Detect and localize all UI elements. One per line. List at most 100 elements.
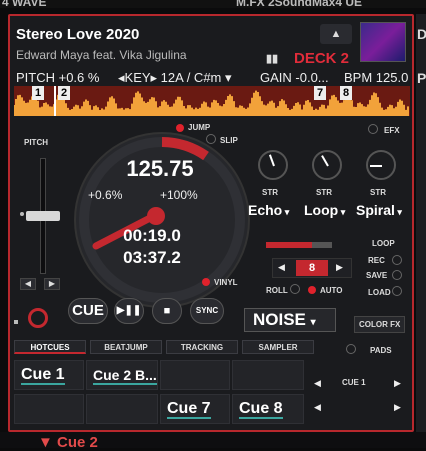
fx3-knob[interactable] <box>366 150 396 180</box>
fx1-knob[interactable] <box>258 150 288 180</box>
tab-hotcues[interactable]: HOTCUES <box>14 340 86 354</box>
stop-button[interactable]: ■ <box>152 298 182 324</box>
playhead <box>54 86 56 116</box>
track-artist: Edward Maya feat. Vika Jigulina <box>16 48 187 62</box>
tab-tracking[interactable]: TRACKING <box>166 340 238 354</box>
hotcue-pad-7[interactable]: Cue 7 <box>160 394 230 424</box>
cue-prev-alt-button[interactable]: ◀ <box>314 402 321 413</box>
loop-label: LOOP <box>372 239 395 248</box>
hotcue-pad-8[interactable]: Cue 8 <box>232 394 304 424</box>
fx1-select[interactable]: Echo ▾ <box>248 202 289 218</box>
color-fx-select[interactable]: NOISE ▾ <box>244 308 336 332</box>
save-label: SAVE <box>366 271 388 280</box>
hotcue-pad-label: Cue 2 B... <box>93 367 157 385</box>
pitch-slider-handle[interactable] <box>26 211 60 221</box>
platter-pitch-pct: +0.6% <box>88 188 123 202</box>
deck-name: DECK 2 <box>294 50 350 67</box>
top-strip-left: 4 WAVE <box>2 0 47 8</box>
cue-marker[interactable]: 1 <box>32 86 44 100</box>
key-readout[interactable]: ◂KEY▸ 12A / C#m ▾ <box>118 70 232 86</box>
top-strip: 4 WAVE M.FX 2SoundMax4 UE <box>0 0 426 8</box>
info-line: PITCH +0.6 % ◂KEY▸ 12A / C#m ▾ GAIN -0.0… <box>16 70 408 86</box>
eject-button[interactable]: ▲ <box>320 24 352 44</box>
track-title: Stereo Love 2020 <box>16 26 140 43</box>
rec-label: REC <box>368 256 385 265</box>
platter-pitch-range[interactable]: +100% <box>160 188 198 202</box>
next-deck-cue-label: ▼ Cue 2 <box>38 434 98 451</box>
pads-label: PADS <box>370 346 392 355</box>
fx1-knob-label: STR <box>262 188 278 197</box>
vinyl-label: VINYL <box>214 278 238 287</box>
fx2-knob-label: STR <box>316 188 332 197</box>
pitch-center-dot <box>20 212 24 216</box>
bottom-strip: ▼ Cue 2 <box>0 432 426 451</box>
fx2-select[interactable]: Loop ▾ <box>304 202 345 218</box>
save-toggle[interactable] <box>392 270 402 280</box>
pitch-bend-right-button[interactable]: ▶ <box>44 278 60 290</box>
loop-progress-bar <box>266 242 332 248</box>
color-fx-button[interactable]: COLOR FX <box>354 316 406 333</box>
hotcue-pad-1[interactable]: Cue 1 <box>14 360 84 390</box>
fx3-knob-label: STR <box>370 188 386 197</box>
fx2-knob[interactable] <box>312 150 342 180</box>
rec-toggle[interactable] <box>392 255 402 265</box>
edge-letter: D <box>417 26 426 42</box>
jump-label: JUMP <box>188 123 211 132</box>
slip-toggle[interactable] <box>206 134 216 144</box>
cue-button[interactable]: CUE <box>68 298 108 324</box>
remaining-time: 03:37.2 <box>123 248 181 267</box>
hotcue-pad-5[interactable] <box>14 394 84 424</box>
pitch-readout: PITCH +0.6 % <box>16 70 100 85</box>
key-lock-icon[interactable] <box>28 308 48 328</box>
album-art <box>360 22 406 62</box>
auto-indicator[interactable] <box>308 286 316 294</box>
efx-toggle[interactable] <box>368 124 378 134</box>
load-toggle[interactable] <box>392 286 402 296</box>
top-strip-right: M.FX 2SoundMax4 UE <box>236 0 363 8</box>
jump-indicator[interactable] <box>176 124 184 132</box>
deck-2-panel: Stereo Love 2020 Edward Maya feat. Vika … <box>8 14 414 432</box>
load-label: LOAD <box>368 288 391 297</box>
loop-double-button[interactable]: ▶ <box>336 262 343 273</box>
edge-letter: P <box>417 70 426 86</box>
slip-label: SLIP <box>220 136 238 145</box>
hotcue-pad-label: Cue 8 <box>239 400 283 419</box>
roll-label: ROLL <box>266 286 288 295</box>
color-fx-dropdown-icon: ▾ <box>310 317 316 328</box>
cue-marker[interactable]: 8 <box>340 86 352 100</box>
hotcue-pad-label: Cue 1 <box>21 366 65 385</box>
cue-next-alt-button[interactable]: ▶ <box>394 402 401 413</box>
tab-beatjump[interactable]: BEATJUMP <box>90 340 162 354</box>
hotcue-pad-4[interactable] <box>232 360 304 390</box>
pitch-bend-left-button[interactable]: ◀ <box>20 278 36 290</box>
deck-layout-icon[interactable]: ▮▮ <box>266 52 282 65</box>
hotcue-pad-label: Cue 7 <box>167 400 211 419</box>
roll-toggle[interactable] <box>290 284 300 294</box>
fx3-select[interactable]: Spiral ▾ <box>356 202 402 218</box>
color-fx-name: NOISE <box>253 310 306 329</box>
hotcue-pad-6[interactable] <box>86 394 158 424</box>
hotcue-pad-3[interactable] <box>160 360 230 390</box>
sync-button[interactable]: SYNC <box>190 298 224 324</box>
loop-halve-button[interactable]: ◀ <box>278 262 285 273</box>
cue-marker[interactable]: 7 <box>314 86 326 100</box>
cue-marker[interactable]: 2 <box>58 86 70 100</box>
pitch-label: PITCH <box>24 138 48 147</box>
loop-length-value[interactable]: 8 <box>296 260 328 276</box>
fx3-name: Spiral <box>356 202 395 218</box>
vinyl-indicator[interactable] <box>202 278 210 286</box>
pads-toggle[interactable] <box>346 344 356 354</box>
bpm-readout: BPM 125.0 <box>344 70 409 85</box>
gain-readout: GAIN -0.0... <box>260 70 329 85</box>
platter-bpm: 125.75 <box>126 156 194 181</box>
elapsed-time: 00:19.0 <box>123 226 181 245</box>
fx2-name: Loop <box>304 202 339 218</box>
hotcue-pad-2[interactable]: Cue 2 B... <box>86 360 158 390</box>
efx-label: EFX <box>384 126 400 135</box>
cue-next-button[interactable]: ▶ <box>394 378 401 389</box>
menu-dot[interactable] <box>14 320 18 324</box>
play-pause-button[interactable]: ▶❚❚ <box>114 298 144 324</box>
cue-prev-button[interactable]: ◀ <box>314 378 321 389</box>
tab-sampler[interactable]: SAMPLER <box>242 340 314 354</box>
cue-nav-label: CUE 1 <box>342 378 366 387</box>
